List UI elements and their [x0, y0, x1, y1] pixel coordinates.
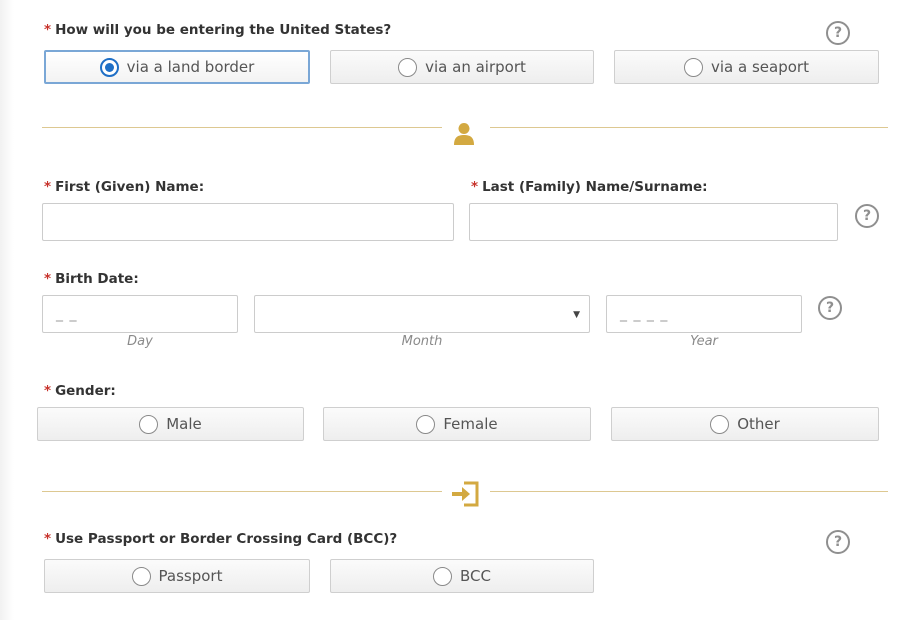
radio-unselected-icon [710, 414, 730, 434]
day-placeholder: _ _ [56, 306, 78, 322]
gender-option-other[interactable]: Other [611, 407, 879, 441]
required-marker: * [44, 271, 52, 287]
month-caption: Month [401, 334, 443, 349]
last-name-label: * Last (Family) Name/Surname: [471, 179, 708, 195]
option-label: BCC [460, 567, 491, 585]
radio-selected-icon [99, 57, 119, 77]
document-help-icon[interactable]: ? [826, 530, 850, 554]
radio-unselected-icon [139, 414, 159, 434]
option-label: via an airport [425, 58, 526, 76]
required-marker: * [44, 383, 52, 399]
sign-in-icon [451, 480, 479, 508]
document-type-label-text: Use Passport or Border Crossing Card (BC… [55, 531, 398, 547]
first-name-label-text: First (Given) Name: [55, 179, 205, 195]
option-label: Male [166, 415, 202, 433]
gender-label-text: Gender: [55, 383, 116, 399]
help-glyph: ? [833, 534, 843, 550]
document-option-passport[interactable]: Passport [44, 559, 310, 593]
name-help-icon[interactable]: ? [855, 204, 879, 228]
birth-month-select[interactable]: ▼ [254, 295, 590, 333]
entry-option-airport[interactable]: via an airport [330, 50, 594, 84]
document-type-label: * Use Passport or Border Crossing Card (B… [44, 531, 397, 547]
radio-unselected-icon [398, 57, 418, 77]
birth-date-label-text: Birth Date: [55, 271, 139, 287]
entry-option-seaport[interactable]: via a seaport [614, 50, 879, 84]
option-label: Passport [158, 567, 223, 585]
radio-unselected-icon [684, 57, 704, 77]
option-label: via a seaport [711, 58, 809, 76]
birth-date-help-icon[interactable]: ? [818, 296, 842, 320]
help-glyph: ? [825, 300, 835, 316]
required-marker: * [44, 179, 52, 195]
radio-unselected-icon [433, 566, 452, 586]
section-divider-right [490, 491, 888, 492]
radio-unselected-icon [131, 566, 151, 586]
option-label: Female [443, 415, 498, 433]
help-glyph: ? [862, 208, 872, 224]
required-marker: * [471, 179, 479, 195]
first-name-label: * First (Given) Name: [44, 179, 204, 195]
required-marker: * [44, 531, 52, 547]
section-divider-left [42, 491, 442, 492]
day-caption: Day [127, 334, 153, 349]
gender-option-male[interactable]: Male [37, 407, 304, 441]
entry-option-land-border[interactable]: via a land border [44, 50, 310, 84]
gender-label: * Gender: [44, 383, 116, 399]
section-divider-right [490, 127, 888, 128]
help-glyph: ? [833, 25, 843, 41]
entry-question-label: * How will you be entering the United Sta… [44, 22, 391, 38]
year-placeholder: _ _ _ _ [620, 306, 669, 322]
birth-year-input[interactable]: _ _ _ _ [606, 295, 802, 333]
entry-question-text: How will you be entering the United Stat… [55, 22, 392, 38]
birth-day-input[interactable]: _ _ [42, 295, 238, 333]
dropdown-arrow-icon: ▼ [573, 310, 581, 320]
last-name-input[interactable] [469, 203, 838, 241]
birth-date-label: * Birth Date: [44, 271, 139, 287]
left-page-shadow [0, 0, 14, 620]
person-icon [450, 120, 478, 148]
document-option-bcc[interactable]: BCC [330, 559, 594, 593]
entry-help-icon[interactable]: ? [826, 21, 850, 45]
section-divider-left [42, 127, 442, 128]
first-name-input[interactable] [42, 203, 454, 241]
gender-option-female[interactable]: Female [323, 407, 591, 441]
year-caption: Year [690, 334, 718, 349]
last-name-label-text: Last (Family) Name/Surname: [482, 179, 708, 195]
option-label: via a land border [126, 58, 255, 76]
radio-unselected-icon [416, 414, 436, 434]
required-marker: * [44, 22, 52, 38]
option-label: Other [737, 415, 780, 433]
